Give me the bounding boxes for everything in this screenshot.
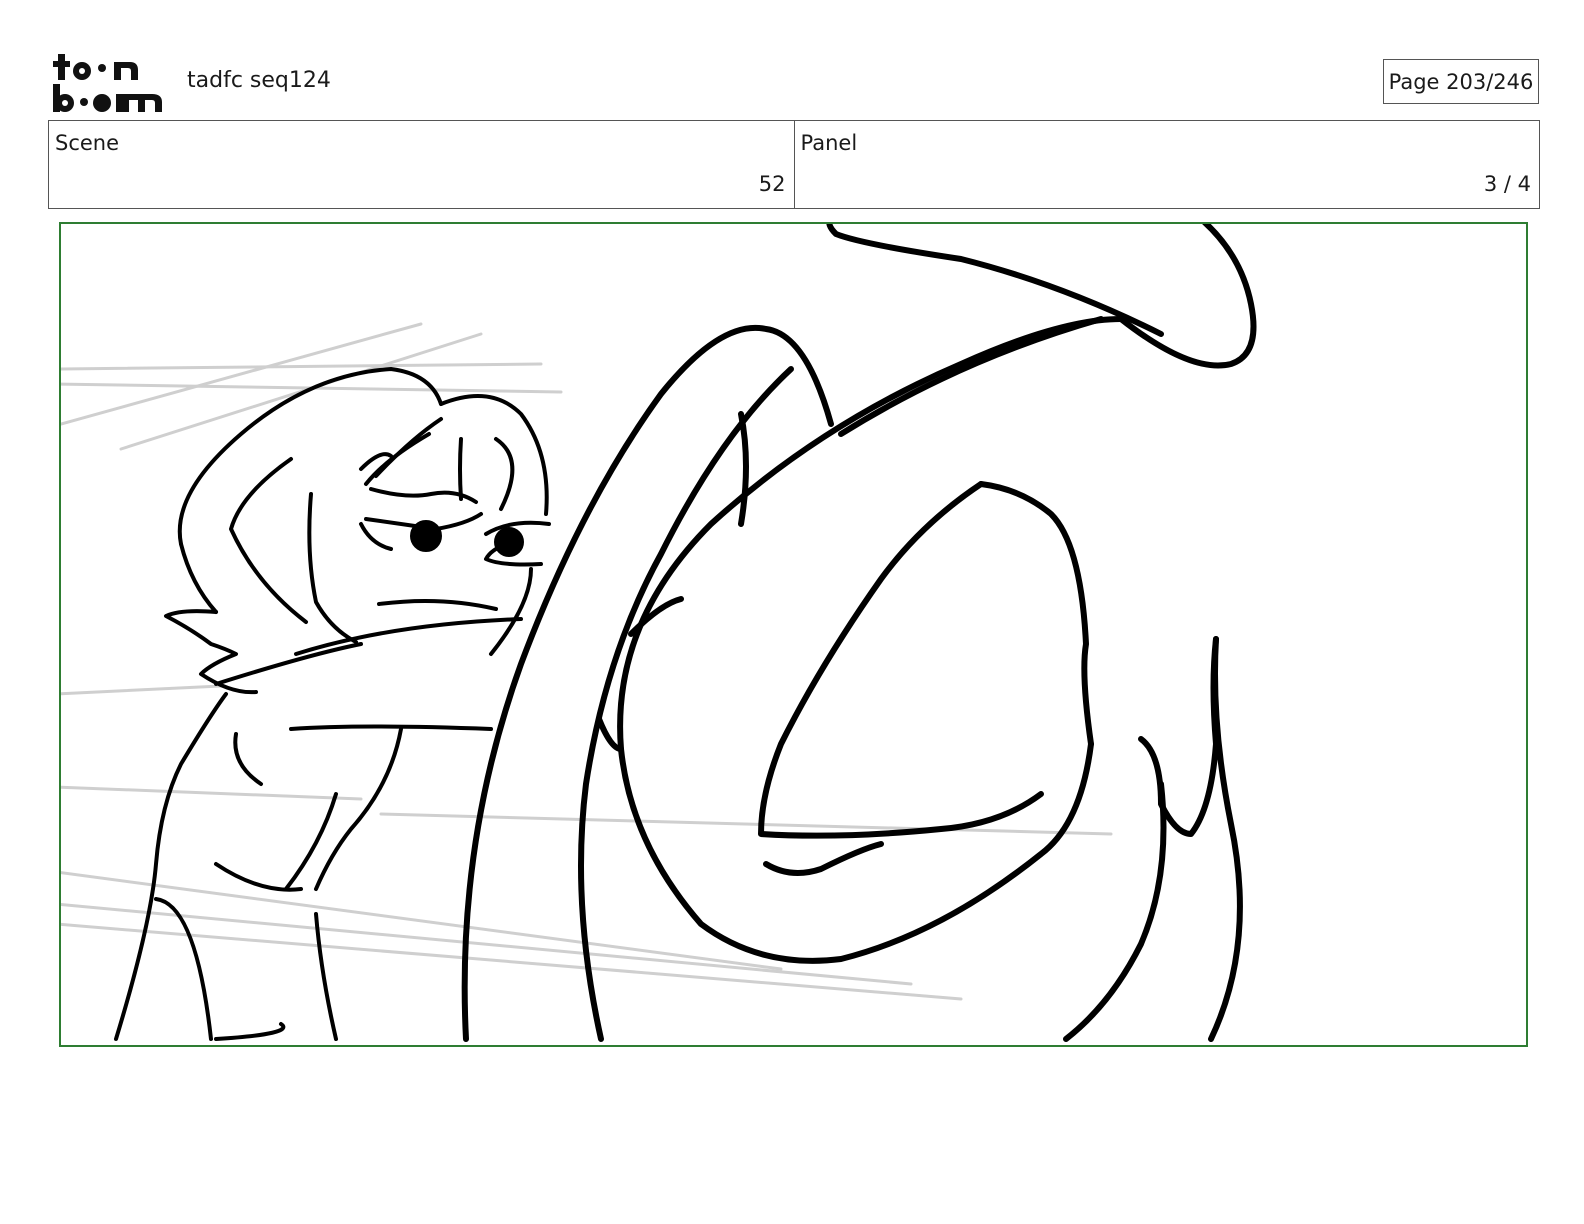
- toonboom-logo: [52, 50, 164, 114]
- panel-label: Panel: [800, 131, 858, 155]
- storyboard-sketch: [61, 224, 1257, 1042]
- scene-value: 52: [758, 172, 786, 196]
- toonboom-logo-icon: [53, 54, 162, 112]
- panel-value: 3 / 4: [1483, 172, 1531, 196]
- page-indicator: Page 203/246: [1383, 59, 1539, 104]
- scene-panel-table: Scene 52 Panel 3 / 4: [48, 120, 1540, 209]
- character-girl: [114, 367, 551, 1041]
- document-title: tadfc seq124: [187, 68, 331, 93]
- scene-cell: Scene 52: [49, 121, 794, 208]
- tentacle-creature: [461, 224, 1257, 1042]
- storyboard-panel: [59, 222, 1528, 1047]
- panel-cell: Panel 3 / 4: [793, 121, 1540, 208]
- scene-label: Scene: [55, 131, 120, 155]
